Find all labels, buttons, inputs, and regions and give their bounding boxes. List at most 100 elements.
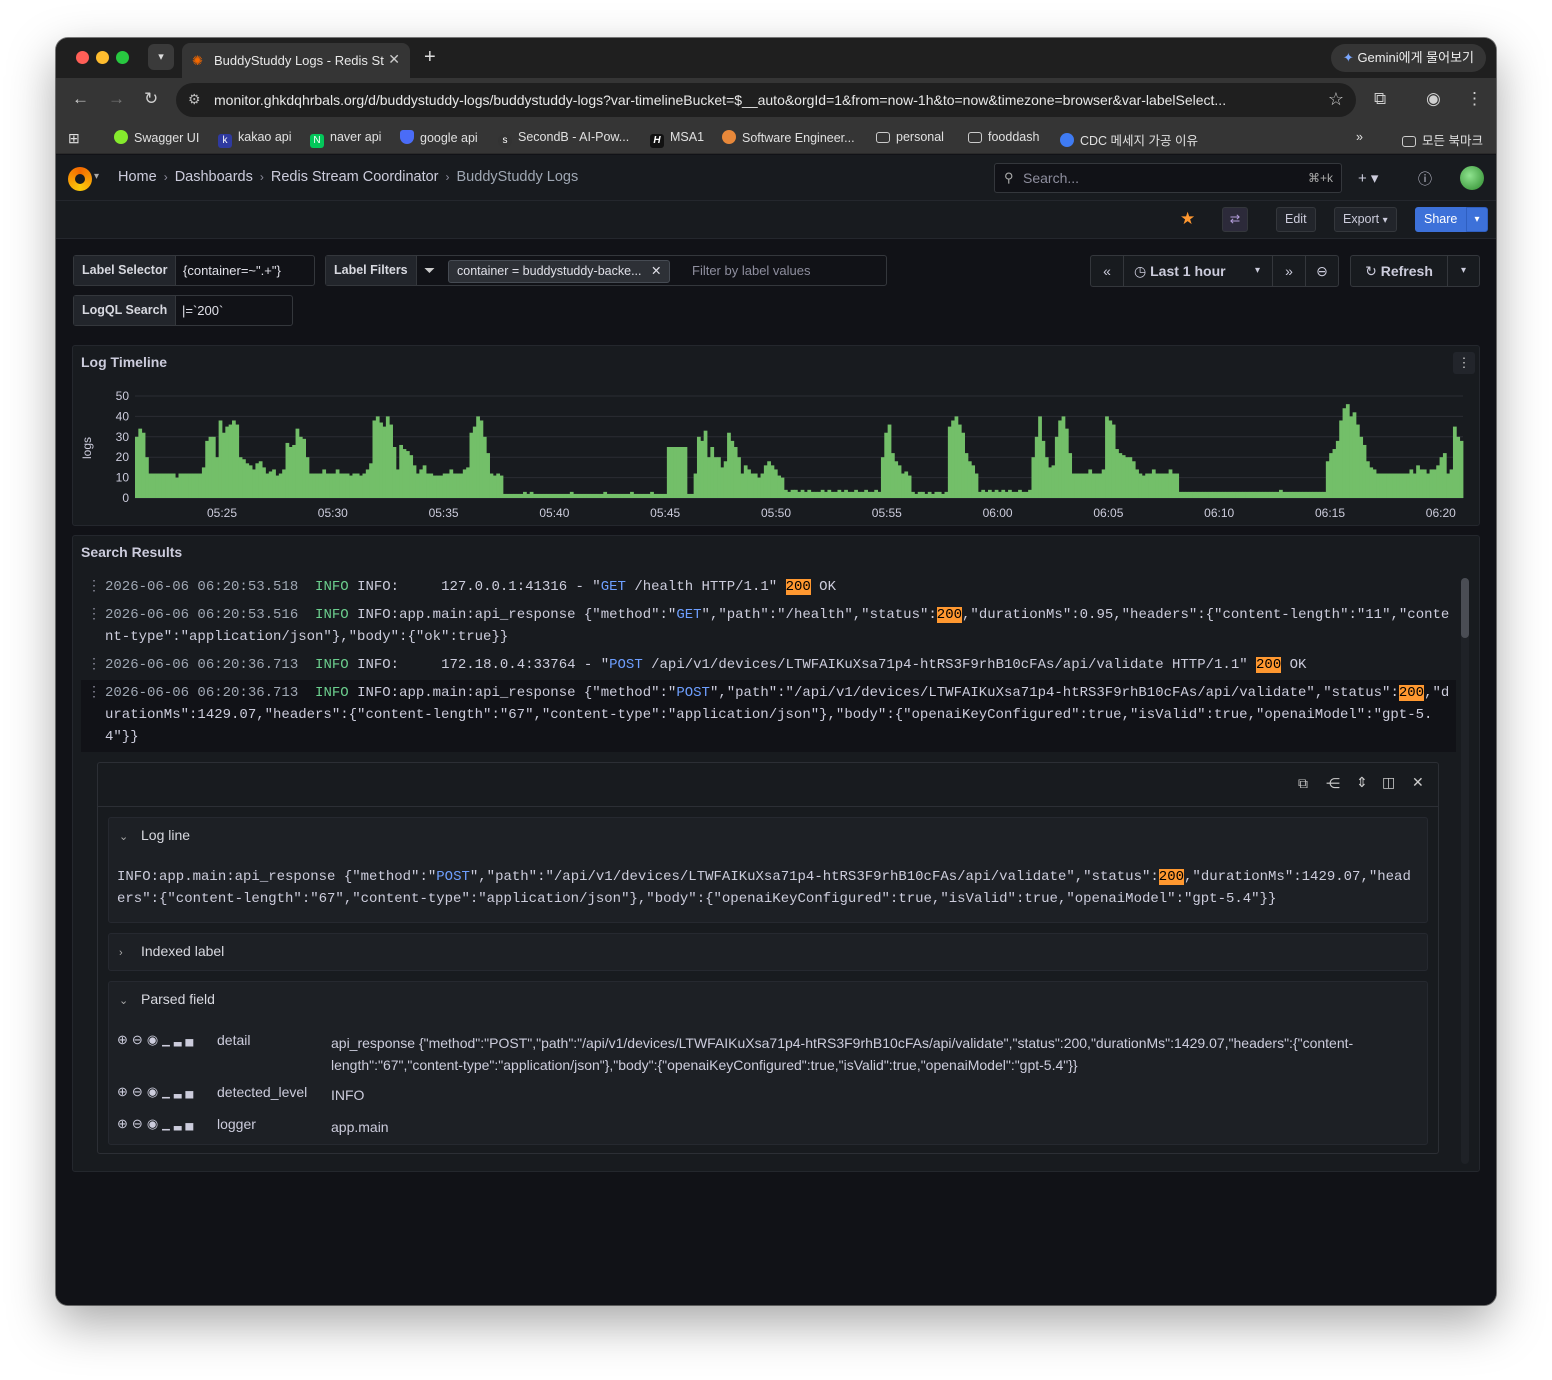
apps-grid-icon[interactable]: ⊞ [68,130,80,147]
bookmark-label: Software Engineer... [742,131,855,145]
minimize-window-button[interactable] [96,51,109,64]
share-dropdown-chevron-icon[interactable]: ▾ [1466,207,1488,232]
timeline-bar [355,473,360,498]
gemini-button[interactable]: ✦ Gemini에게 물어보기 [1330,44,1486,72]
section-title: Indexed label [141,943,225,959]
expand-collapse-icon[interactable]: ⇕ [1356,774,1368,791]
close-tab-icon[interactable]: ✕ [388,51,400,68]
tab-list-button[interactable]: ▾ [148,44,174,70]
site-info-icon[interactable]: ⚙ [188,91,201,108]
refresh-button[interactable]: ↻ Refresh [1350,255,1448,287]
time-range-picker[interactable]: ◷ Last 1 hour ▾ [1123,255,1273,287]
indexed-label-header[interactable]: › Indexed label [119,943,224,959]
log-row-selected[interactable]: ⋮ 2026-06-06 06:20:36.713 INFO INFO:app.m… [81,680,1456,752]
grafana-logo-icon[interactable] [68,167,92,191]
bookmark-secondb[interactable]: s SecondB - AI-Pow... [498,130,629,148]
close-window-button[interactable] [76,51,89,64]
x-tick-label: 05:25 [207,506,237,520]
help-icon[interactable]: ⓘ [1418,169,1432,189]
zoom-out-icon[interactable]: ⊖ [1305,255,1339,287]
log-line-header[interactable]: ⌄ Log line [119,827,190,843]
zoom-out-icon[interactable]: ⊖ [132,1032,147,1047]
chevron-down-icon[interactable]: ▾ [94,171,99,182]
bookmark-msa1[interactable]: H MSA1 [650,130,704,148]
zoom-out-icon[interactable]: ⊖ [132,1116,147,1131]
eye-icon[interactable]: ◉ [147,1116,162,1131]
row-menu-icon[interactable]: ⋮ [87,604,101,626]
timeline-bar [1008,489,1012,498]
stats-icon[interactable]: ▁▃▅ [162,1120,197,1131]
forward-arrow-icon[interactable]: → [108,89,125,109]
time-shift-back-icon[interactable]: « [1090,255,1124,287]
more-bookmarks-icon[interactable]: » [1356,130,1363,144]
favorite-star-icon[interactable]: ★ [1180,209,1195,229]
search-input[interactable]: ⚲ Search... ⌘+k [994,163,1342,193]
timeline-bar [1355,424,1360,498]
bookmark-software-engineer[interactable]: Software Engineer... [722,130,855,145]
log-row[interactable]: ⋮ 2026-06-06 06:20:53.518 INFO INFO: 127.… [81,574,1456,602]
profile-icon[interactable]: ◉ [1426,89,1441,109]
bookmark-cdc[interactable]: CDC 메세지 가공 이유 [1060,130,1198,149]
bookmark-star-icon[interactable]: ☆ [1328,89,1344,110]
filter-values-input[interactable]: Filter by label values [692,263,811,278]
row-menu-icon[interactable]: ⋮ [87,654,101,676]
timeline-bar [258,461,263,498]
eye-icon[interactable]: ◉ [147,1084,162,1099]
browser-tab[interactable]: ✺ BuddyStuddy Logs - Redis Stream Coordi… [182,43,410,78]
label-selector-input[interactable]: {container=~".+"} [183,263,281,278]
results-scrollbar[interactable] [1461,578,1469,1164]
timeline-bar [569,491,574,498]
log-level: INFO [315,657,349,673]
zoom-in-icon[interactable]: ⊕ [117,1084,132,1099]
all-bookmarks-folder[interactable]: 모든 북마크 [1402,130,1483,149]
url-text[interactable]: monitor.ghkdqhrbals.org/d/buddystuddy-lo… [214,92,1304,108]
logql-search-input[interactable]: |=`200` [182,303,223,318]
maximize-window-button[interactable] [116,51,129,64]
eye-icon[interactable]: ◉ [147,1032,162,1047]
timeline-bar [252,469,256,498]
edit-button[interactable]: Edit [1276,207,1316,232]
remove-filter-icon[interactable]: ✕ [651,264,661,278]
switch-icon[interactable]: ⇄ [1222,207,1248,232]
breadcrumb-folder[interactable]: Redis Stream Coordinator [271,169,439,185]
extensions-icon[interactable]: ⧉ [1374,89,1386,109]
copy-icon[interactable]: ⧉ [1298,775,1308,792]
row-menu-icon[interactable]: ⋮ [87,682,101,704]
stats-icon[interactable]: ▁▃▅ [162,1088,197,1099]
avatar[interactable] [1460,166,1484,190]
bookmark-folder-personal[interactable]: personal [876,130,944,144]
filter-chip[interactable]: container = buddystuddy-backe... ✕ [448,260,671,283]
log-row[interactable]: ⋮ 2026-06-06 06:20:36.713 INFO INFO: 172.… [81,652,1456,680]
bookmark-kakao[interactable]: k kakao api [218,130,292,148]
panel-menu-icon[interactable]: ⋮ [1453,352,1475,374]
timeline-bar [777,475,782,498]
timeline-bar [1151,469,1156,498]
export-button[interactable]: Export ▾ [1334,207,1397,232]
time-shift-forward-icon[interactable]: » [1272,255,1306,287]
bookmark-swagger[interactable]: Swagger UI [114,130,199,145]
bookmark-naver[interactable]: Nnaver api [310,130,381,148]
parsed-field-header[interactable]: ⌄ Parsed field [119,991,215,1007]
refresh-interval-chevron-icon[interactable]: ▾ [1447,255,1480,287]
sidebar-layout-icon[interactable]: ◫ [1382,774,1395,791]
breadcrumb-dashboards[interactable]: Dashboards [175,169,253,185]
share-link-icon[interactable]: ⋲ [1326,775,1340,792]
add-new-icon[interactable]: + ▾ [1358,169,1378,187]
row-menu-icon[interactable]: ⋮ [87,576,101,598]
bookmark-google[interactable]: google api [400,130,478,145]
browser-menu-icon[interactable]: ⋮ [1466,89,1483,109]
back-arrow-icon[interactable]: ← [72,89,89,109]
reload-icon[interactable]: ↻ [144,89,158,109]
stats-icon[interactable]: ▁▃▅ [162,1036,197,1047]
zoom-out-icon[interactable]: ⊖ [132,1084,147,1099]
zoom-in-icon[interactable]: ⊕ [117,1032,132,1047]
address-bar[interactable]: ⚙ monitor.ghkdqhrbals.org/d/buddystuddy-… [176,83,1356,117]
zoom-in-icon[interactable]: ⊕ [117,1116,132,1131]
share-button[interactable]: Share [1415,207,1467,232]
breadcrumb-home[interactable]: Home [118,169,157,185]
log-row[interactable]: ⋮ 2026-06-06 06:20:53.516 INFO INFO:app.m… [81,602,1456,652]
scrollbar-thumb[interactable] [1461,578,1469,638]
new-tab-button[interactable]: + [424,46,436,69]
bookmark-folder-fooddash[interactable]: fooddash [968,130,1039,144]
close-icon[interactable]: ✕ [1412,774,1424,791]
